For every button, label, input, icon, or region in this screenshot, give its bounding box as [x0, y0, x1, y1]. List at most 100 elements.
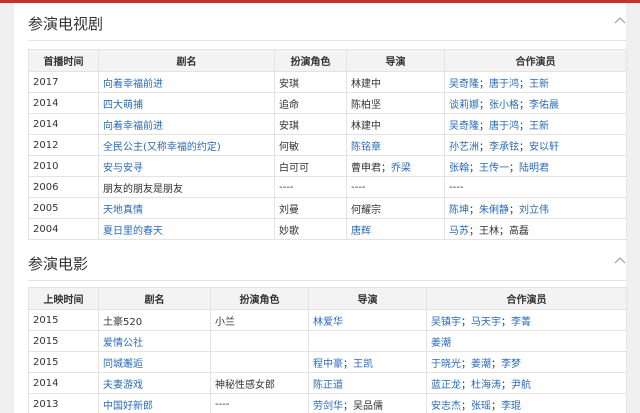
costar-name: 王林 [479, 225, 499, 237]
costar-name[interactable]: 唐于鸿 [489, 121, 519, 132]
title-cell: 朋友的朋友是朋友 [98, 176, 275, 198]
title-cell: 爱情公社 [98, 330, 211, 352]
costar-name[interactable]: 安志杰 [431, 401, 461, 412]
separator: ； [479, 120, 489, 132]
role-cell: 刘曼 [274, 197, 347, 219]
costars-cell: 于晓光；姜潮；李梦 [426, 351, 627, 373]
table-row: 2015 土豪520 小兰 林爱华 吴镇宇；马天宇；李菁 [28, 309, 627, 331]
title-link[interactable]: 向着幸福前进 [103, 121, 163, 132]
costar-name[interactable]: 姜潮 [471, 359, 491, 370]
costar-name[interactable]: 王传一 [479, 163, 509, 174]
title-link[interactable]: 爱情公社 [103, 338, 143, 349]
costar-name[interactable]: 李梦 [501, 359, 521, 370]
director-cell: 陈柏坚 [346, 92, 445, 114]
title-link[interactable]: 安与安寻 [103, 163, 143, 174]
separator: ； [509, 204, 519, 216]
costar-name[interactable]: 安以轩 [529, 142, 559, 153]
costar-name[interactable]: 唐于鸿 [489, 79, 519, 90]
column-header: 剧名 [98, 49, 275, 72]
director-name[interactable]: 王凯 [353, 359, 373, 370]
separator: ； [469, 225, 479, 237]
costar-name[interactable]: 李菁 [511, 317, 531, 328]
title-link[interactable]: 四大萌捕 [103, 100, 143, 111]
film-section-header[interactable]: 参演电影 [28, 243, 626, 281]
director-name[interactable]: 程中豪 [313, 359, 343, 370]
separator: ； [501, 379, 511, 391]
costar-name[interactable]: 吴镇宇 [431, 317, 461, 328]
costar-name[interactable]: 杜海涛 [471, 380, 501, 391]
costar-name[interactable]: 张翰 [449, 163, 469, 174]
director-name[interactable]: 唐辉 [351, 226, 371, 237]
role-text: 刘曼 [279, 204, 299, 216]
film-table-header-row: 上映时间 剧名 扮演角色 导演 合作演员 [28, 287, 627, 310]
title-link[interactable]: 同城邂逅 [103, 359, 143, 370]
director-name[interactable]: 乔梁 [391, 163, 411, 174]
year-cell: 2014 [28, 372, 99, 394]
costar-name[interactable]: 张瑶 [471, 401, 491, 412]
tv-table: 首播时间 剧名 扮演角色 导演 合作演员 2017 向着幸福前进 安琪 林建中 吴奇隆；唐于鸿；… [28, 49, 627, 240]
year-cell: 2014 [28, 92, 99, 114]
costar-name[interactable]: 尹航 [511, 380, 531, 391]
title-link[interactable]: 夫妻游戏 [103, 380, 143, 391]
director-cell: ---- [346, 176, 445, 198]
costar-name[interactable]: 姜潮 [431, 338, 451, 349]
director-cell: 程中豪；王凯 [308, 351, 427, 373]
costars-cell: ---- [444, 176, 627, 198]
costar-name[interactable]: 朱俐静 [479, 205, 509, 216]
title-link[interactable]: 向着幸福前进 [103, 79, 163, 90]
costar-name[interactable]: 李佑晨 [529, 100, 559, 111]
costar-name[interactable]: 陈坤 [449, 205, 469, 216]
director-name[interactable]: 林爱华 [313, 317, 343, 328]
title-cell: 夏日里的春天 [98, 218, 275, 240]
chevron-up-icon[interactable] [614, 255, 626, 267]
title-link[interactable]: 天地真情 [103, 205, 143, 216]
costars-cell: 姜潮 [426, 330, 627, 352]
separator: ； [491, 400, 501, 412]
costar-name[interactable]: 李琨 [501, 401, 521, 412]
year-cell: 2006 [28, 176, 99, 198]
separator: ； [479, 78, 489, 90]
role-text: 白可可 [279, 162, 309, 174]
separator: ； [519, 78, 529, 90]
title-link: 朋友的朋友是朋友 [103, 183, 183, 195]
title-cell: 天地真情 [98, 197, 275, 219]
title-link[interactable]: 中国好新郎 [103, 401, 153, 412]
costar-name[interactable]: 马天宇 [471, 317, 501, 328]
costar-name[interactable]: 吴奇隆 [449, 79, 479, 90]
right-gutter [626, 3, 640, 413]
director-name[interactable]: 劳剑华 [313, 401, 343, 412]
title-cell: 向着幸福前进 [98, 71, 275, 93]
chevron-up-icon[interactable] [614, 15, 626, 27]
costar-name[interactable]: 张小格 [489, 100, 519, 111]
costar-name[interactable]: 吴奇隆 [449, 121, 479, 132]
film-section-title: 参演电影 [28, 255, 89, 273]
costars-cell: 安志杰；张瑶；李琨 [426, 393, 627, 413]
separator: ； [491, 358, 501, 370]
tv-section-header[interactable]: 参演电视剧 [28, 3, 626, 41]
costar-name[interactable]: 孙艺洲 [449, 142, 479, 153]
director-name[interactable]: 陈正道 [313, 380, 343, 391]
role-cell [210, 351, 309, 373]
director-cell: 曹申君；乔梁 [346, 155, 445, 177]
costar-name[interactable]: 蓝正龙 [431, 380, 461, 391]
title-cell: 全民公主(又称幸福的约定) [98, 134, 275, 156]
costar-name[interactable]: 刘立伟 [519, 205, 549, 216]
costar-name[interactable]: 于晓光 [431, 359, 461, 370]
year-cell: 2015 [28, 351, 99, 373]
separator: ； [461, 358, 471, 370]
costars-cell: 吴奇隆；唐于鸿；王新 [444, 71, 627, 93]
costar-name[interactable]: 谈莉娜 [449, 100, 479, 111]
costar-name[interactable]: 李承铉 [489, 142, 519, 153]
title-link[interactable]: 全民公主(又称幸福的约定) [103, 142, 221, 153]
costars-cell: 孙艺洲；李承铉；安以轩 [444, 134, 627, 156]
title-cell: 同城邂逅 [98, 351, 211, 373]
costar-name[interactable]: 马苏 [449, 226, 469, 237]
title-link[interactable]: 夏日里的春天 [103, 226, 163, 237]
costars-cell: 马苏；王林；高磊 [444, 218, 627, 240]
column-header: 上映时间 [28, 287, 99, 310]
placeholder-text: ---- [449, 181, 464, 193]
costar-name[interactable]: 王新 [529, 79, 549, 90]
costar-name[interactable]: 王新 [529, 121, 549, 132]
costar-name[interactable]: 陆明君 [519, 163, 549, 174]
director-name[interactable]: 陈铭章 [351, 142, 381, 153]
